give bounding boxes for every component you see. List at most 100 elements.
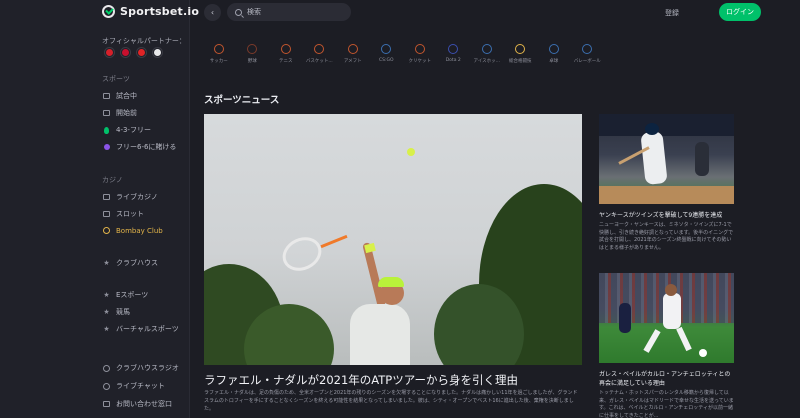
sidebar-item-label: スロット [116,210,144,218]
batter-uniform [640,130,668,186]
main-news-excerpt: ラファエル・ナダルは、足の負傷のため、全米オープンと2021年の残りのシーズンを… [204,390,578,412]
side-news-card-2[interactable]: ガレス・ベイルがカルロ・アンチェロッティとの再会に満足している理由 トッテナム・… [599,273,734,418]
sidebar-item-esports[interactable]: ★ Eスポーツ [102,290,148,300]
sidebar-item-label: バーチャルスポーツ [116,325,179,333]
baseball-icon [247,44,258,54]
main-news-headline[interactable]: ラファエル・ナダルが2021年のATPツアーから身を引く理由 [204,372,518,388]
sports-category-row: サッカー 野球 テニス バスケット... アメフト CS:GO クリケット Do… [202,44,604,64]
sidebar-item-label: 競馬 [116,308,130,316]
search-box[interactable] [227,3,351,21]
slot-machine-icon [102,210,111,219]
side-news-headline[interactable]: ガレス・ベイルがカルロ・アンチェロッティとの再会に満足している理由 [599,370,734,388]
sidebar-item-bombay-club[interactable]: Bombay Club [102,226,163,235]
sidebar-item-label: ライブチャット [116,382,165,390]
cards-icon [102,193,111,202]
mail-icon [102,400,111,409]
sidebar: Sportsbet.io オフィシャルパートナー： スポーツ 試合中 開始前 4… [0,0,199,418]
sidebar-item-label: 開始前 [116,109,137,117]
catcher [695,142,709,176]
promo-drop-icon [102,126,111,135]
sidebar-item-horse-racing[interactable]: ★ 競馬 [102,307,130,317]
star-icon: ★ [103,259,110,267]
sport-tennis[interactable]: テニス [269,44,303,64]
sidebar-item-label: フリー6-6に賭ける [116,143,177,151]
sidebar-item-contact[interactable]: お問い合わせ窓口 [102,399,172,409]
partner-crest-icon[interactable] [104,47,115,58]
sport-american-football[interactable]: アメフト [336,44,370,64]
player-shirt [350,304,410,365]
register-link[interactable]: 登録 [665,8,679,18]
stadium-stands [599,114,734,136]
sidebar-item-label: クラブハウス [116,259,158,267]
back-button[interactable]: ‹ [204,4,221,21]
csgo-icon [381,44,392,54]
cricket-bat-icon [414,44,425,54]
star-icon: ★ [103,325,110,333]
bale-photo [599,273,734,363]
batter-helmet [645,123,659,135]
wristband [364,242,376,254]
sidebar-item-4-3-free[interactable]: 4-3-フリー [102,125,151,135]
sidebar-item-live-casino[interactable]: ライブカジノ [102,192,158,202]
sidebar-item-label: Eスポーツ [116,291,149,299]
side-news-headline[interactable]: ヤンキースがツインズを撃破して9連勝を達成 [599,211,734,220]
calendar-icon [102,109,111,118]
partner-crest-icon[interactable] [152,47,163,58]
promo-dot-icon [102,143,111,152]
login-button[interactable]: ログイン [719,3,761,21]
partners-title: オフィシャルパートナー： [102,37,186,45]
partner-crest-icon[interactable] [136,47,147,58]
sidebar-item-slots[interactable]: スロット [102,209,144,219]
tennis-ball [407,148,415,156]
sport-volleyball[interactable]: バレーボール [571,44,605,64]
sidebar-item-virtual-sports[interactable]: ★ バーチャルスポーツ [102,324,179,334]
bombay-club-icon [102,226,111,235]
football [699,349,707,357]
sidebar-item-label: 4-3-フリー [116,126,151,134]
top-bar: ‹ 登録 ログイン [191,0,800,26]
sidebar-item-label: ライブカジノ [116,193,158,201]
football-icon [347,44,358,54]
sport-baseball[interactable]: 野球 [236,44,270,64]
hockey-stick-icon [481,44,492,54]
infield-dirt [599,186,734,204]
sports-section-title: スポーツ [102,75,130,83]
basketball-icon [314,44,325,54]
sidebar-item-clubhouse-radio[interactable]: クラブハウスラジオ [102,363,179,373]
sport-mma[interactable]: 総合格闘技 [504,44,538,64]
player-leg [676,326,692,352]
sport-dota2[interactable]: Dota 2 [437,44,471,64]
soccer-ball-icon [213,44,224,54]
sidebar-item-live[interactable]: 試合中 [102,91,137,101]
radio-icon [102,364,111,373]
search-input[interactable] [247,8,337,16]
sidebar-item-free-6-6[interactable]: フリー6-6に賭ける [102,142,176,152]
player-leg [643,329,661,353]
sidebar-item-label: クラブハウスラジオ [116,364,179,372]
logo-check-icon [102,5,115,18]
side-news-card-1[interactable]: ヤンキースがツインズを撃破して9連勝を達成 ニューヨーク・ヤンキースは、ミネソタ… [599,114,734,252]
player-kit [663,293,681,329]
player-head [665,284,677,296]
sport-cricket[interactable]: クリケット [403,44,437,64]
fighter-icon [515,44,526,54]
main-news-card[interactable]: ラファエル・ナダルが2021年のATPツアーから身を引く理由 ラファエル・ナダル… [204,114,582,418]
sport-soccer[interactable]: サッカー [202,44,236,64]
sport-basketball[interactable]: バスケット... [303,44,337,64]
sidebar-item-upcoming[interactable]: 開始前 [102,108,137,118]
sidebar-item-live-chat[interactable]: ライブチャット [102,381,165,391]
sport-ice-hockey[interactable]: アイスホッ... [470,44,504,64]
star-icon: ★ [103,308,110,316]
player-cap [378,277,404,287]
monitor-icon [102,92,111,101]
logo[interactable]: Sportsbet.io [102,5,199,18]
sport-csgo[interactable]: CS:GO [370,44,404,64]
sidebar-item-label: Bombay Club [116,226,163,235]
partner-crest-icon[interactable] [120,47,131,58]
chevron-left-icon: ‹ [210,8,215,17]
sport-table-tennis[interactable]: 卓球 [537,44,571,64]
dota2-icon [448,44,459,54]
ping-pong-icon [548,44,559,54]
partners-list [104,47,163,58]
sidebar-item-clubhouse[interactable]: ★ クラブハウス [102,258,158,268]
